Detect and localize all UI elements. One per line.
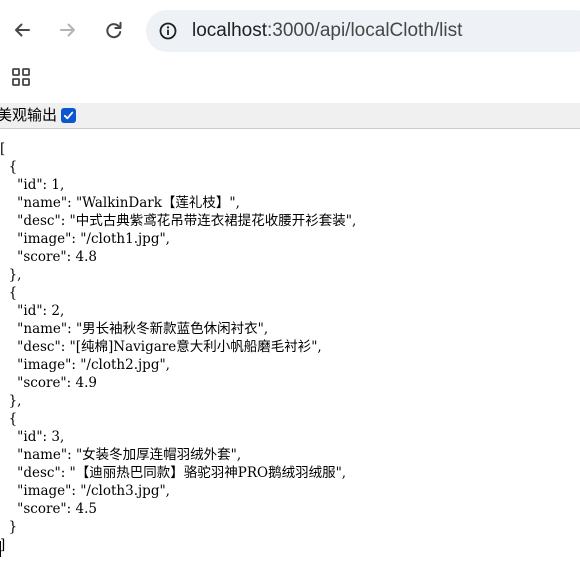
json-line: { xyxy=(0,159,18,175)
json-line: } xyxy=(0,519,18,535)
json-line: "desc": "中式古典紫鸢花吊带连衣裙提花收腰开衫套装", xyxy=(0,213,357,229)
json-line: "image": "/cloth2.jpg", xyxy=(0,357,170,373)
pretty-print-label: 美观输出 xyxy=(0,106,58,124)
json-line: [ xyxy=(0,141,6,157)
json-line: "score": 4.5 xyxy=(0,501,97,517)
apps-grid-icon xyxy=(12,68,30,86)
json-line: }, xyxy=(0,267,22,283)
json-line: "name": "WalkinDark【莲礼枝】", xyxy=(0,195,240,211)
pretty-print-bar: 美观输出 xyxy=(0,103,580,129)
json-line: "score": 4.8 xyxy=(0,249,97,265)
url-path: :3000/api/localCloth/list xyxy=(267,20,463,41)
text-caret xyxy=(0,541,1,557)
checkmark-icon xyxy=(63,111,74,120)
info-circle-icon xyxy=(159,22,177,40)
json-line: "id": 3, xyxy=(0,429,65,445)
json-line: }, xyxy=(0,393,22,409)
apps-button[interactable] xyxy=(10,66,32,88)
reload-icon xyxy=(106,21,122,39)
forward-button[interactable] xyxy=(50,12,86,48)
json-line: "image": "/cloth3.jpg", xyxy=(0,483,170,499)
browser-toolbar: localhost:3000/api/localCloth/list xyxy=(0,0,580,62)
json-line: "image": "/cloth1.jpg", xyxy=(0,231,170,247)
reload-button[interactable] xyxy=(96,12,132,48)
back-button[interactable] xyxy=(4,12,40,48)
site-info-button[interactable] xyxy=(156,19,180,43)
json-line: { xyxy=(0,285,18,301)
json-line: "name": "男长袖秋冬新款蓝色休闲衬衣", xyxy=(0,321,269,337)
url-text[interactable]: localhost:3000/api/localCloth/list xyxy=(192,20,462,42)
pretty-print-checkbox[interactable] xyxy=(61,108,77,123)
address-bar[interactable]: localhost:3000/api/localCloth/list xyxy=(146,10,580,52)
arrow-left-icon xyxy=(15,23,30,37)
json-line: "id": 2, xyxy=(0,303,65,319)
arrow-right-icon xyxy=(60,23,75,37)
json-line: "score": 4.9 xyxy=(0,375,97,391)
json-line: "desc": "[纯棉]Navigare意大利小帆船磨毛衬衫", xyxy=(0,339,322,355)
json-line: { xyxy=(0,411,18,427)
json-line: "id": 1, xyxy=(0,177,65,193)
json-line: "desc": "【迪丽热巴同款】骆驼羽神PRO鹅绒羽绒服", xyxy=(0,465,347,481)
json-line: "name": "女装冬加厚连帽羽绒外套", xyxy=(0,447,242,463)
url-host: localhost xyxy=(192,20,267,41)
